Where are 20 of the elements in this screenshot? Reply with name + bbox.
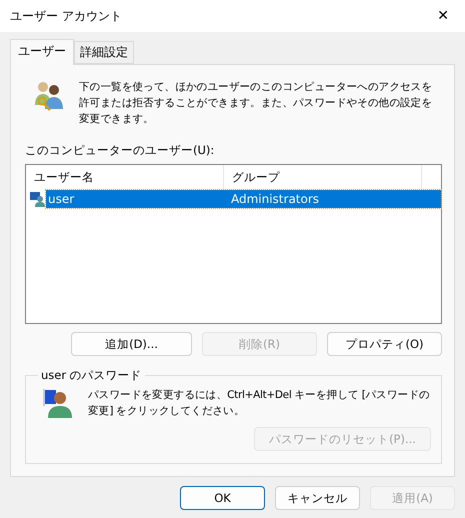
tab[interactable]: ユーザー [10,39,74,65]
intro-text: 下の一覧を使って、ほかのユーザーのこのコンピューターへのアクセスを許可または拒否することができます。また、パスワードやその他の設定を変更できます。 [79,80,434,127]
dialog-button[interactable]: キャンセル [275,486,360,510]
action-button[interactable]: プロパティ(O) [327,332,442,356]
window-title: ユーザー アカウント [10,8,122,24]
user-row[interactable]: user Administrators [46,190,441,208]
close-button[interactable]: ✕ [431,8,455,24]
table-cell-text: user [46,192,76,206]
column-header[interactable]: グループ [224,165,422,190]
dialog-button[interactable]: OK [180,486,265,510]
user-list[interactable]: ユーザー名 グループ user Administrators [25,164,442,324]
users-key-icon [33,79,65,111]
group-title: user のパスワード [40,368,143,383]
user-computer-icon [30,191,46,207]
user-computer-icon [42,387,74,419]
tab[interactable]: 詳細設定 [74,41,134,64]
password-text: パスワードを変更するには、Ctrl+Alt+Del キーを押して [パスワードの変更] をクリックしてください。 [88,388,431,419]
action-button[interactable]: 追加(D)... [71,332,192,356]
table-cell-text: Administrators [230,192,320,206]
users-label: このコンピューターのユーザー(U): [25,143,216,158]
